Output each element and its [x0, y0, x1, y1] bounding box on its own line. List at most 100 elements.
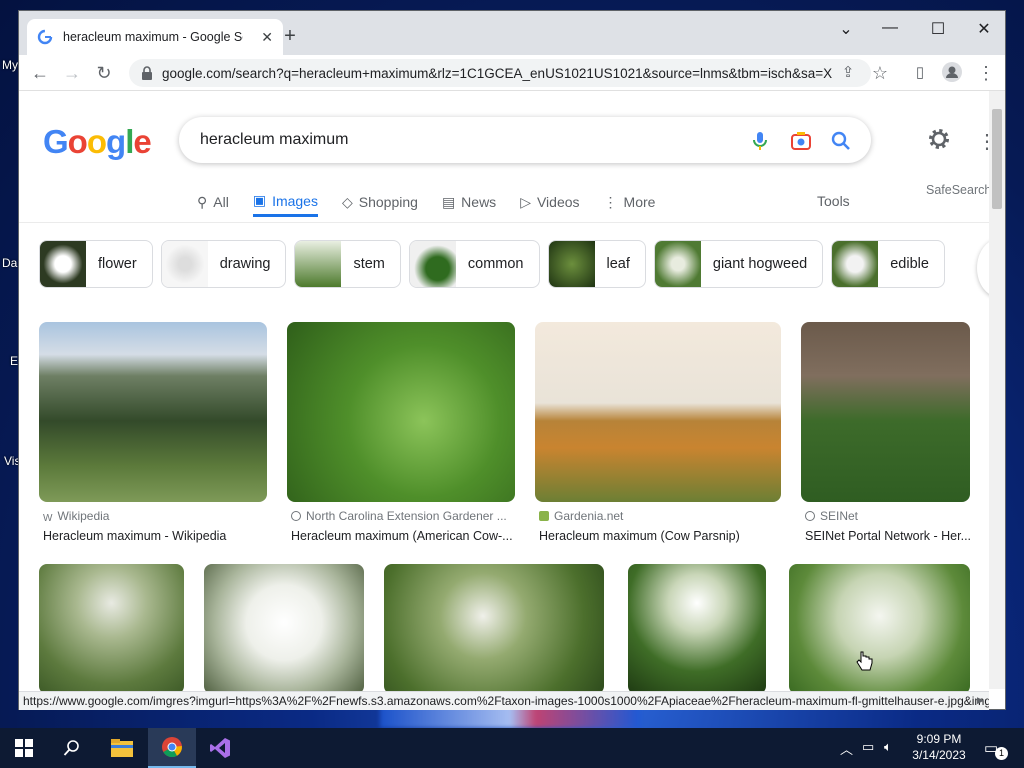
clock-date: 3/14/2023: [912, 748, 966, 762]
chip-stem[interactable]: stem: [294, 240, 401, 288]
globe-icon: [805, 511, 815, 521]
minimize-button[interactable]: —: [875, 19, 905, 37]
volume-icon[interactable]: 🔈︎: [884, 739, 892, 755]
source-label: Gardenia.net: [554, 509, 624, 523]
logo-letter: e: [133, 123, 151, 160]
lock-icon: [142, 66, 152, 80]
folder-icon: [111, 739, 133, 757]
profile-avatar[interactable]: [941, 62, 963, 87]
result-image[interactable]: [39, 564, 184, 691]
tab-videos[interactable]: ▷ Videos: [520, 187, 579, 217]
result-caption[interactable]: Heracleum maximum (Cow Parsnip): [539, 529, 781, 543]
tab-close-icon[interactable]: ✕: [261, 29, 273, 46]
browser-tab[interactable]: heracleum maximum - Google Search ✕: [27, 19, 283, 55]
gear-icon[interactable]: [927, 127, 951, 151]
scrollbar-thumb[interactable]: [992, 109, 1002, 209]
title-bar: heracleum maximum - Google Search ✕ + ⌄ …: [19, 11, 1005, 55]
tab-label: Images: [272, 192, 318, 209]
reload-button[interactable]: ↻: [93, 62, 115, 84]
result-source[interactable]: North Carolina Extension Gardener ...: [291, 509, 515, 523]
back-button[interactable]: ←: [29, 62, 51, 84]
chip-label: stem: [353, 256, 385, 272]
result-image[interactable]: [204, 564, 364, 691]
start-button[interactable]: [0, 728, 48, 768]
result-caption[interactable]: Heracleum maximum - Wikipedia: [43, 529, 267, 543]
desktop-icon-label[interactable]: E: [10, 354, 18, 368]
microphone-icon[interactable]: [748, 129, 772, 153]
search-input[interactable]: heracleum maximum: [200, 131, 348, 149]
result-source[interactable]: W Wikipedia: [43, 509, 267, 523]
chips-next-arrow-icon[interactable]: ❯: [977, 239, 989, 297]
clock-time: 9:09 PM: [916, 732, 962, 746]
result-source[interactable]: SEINet: [805, 509, 971, 523]
result-image[interactable]: [384, 564, 604, 691]
camera-lens-icon[interactable]: [789, 129, 813, 153]
chip-flower[interactable]: flower: [39, 240, 153, 288]
chip-label: flower: [98, 256, 137, 272]
chip-leaf[interactable]: leaf: [547, 240, 646, 288]
chip-drawing[interactable]: drawing: [160, 240, 287, 288]
result-caption[interactable]: Heracleum maximum (American Cow-...: [291, 529, 515, 543]
network-icon[interactable]: ▭: [862, 739, 874, 755]
tools-button[interactable]: Tools: [817, 193, 850, 209]
google-logo[interactable]: Google: [43, 123, 152, 161]
address-bar[interactable]: google.com/search?q=heracleum+maximum&rl…: [129, 59, 871, 87]
chip-common[interactable]: common: [408, 240, 540, 288]
chip-label: common: [467, 256, 524, 272]
menu-kebab-icon[interactable]: ⋮: [975, 62, 997, 84]
logo-letter: G: [43, 123, 69, 160]
bookmark-star-icon[interactable]: ☆: [869, 62, 891, 84]
result-source[interactable]: Gardenia.net: [539, 509, 781, 523]
tab-search-icon[interactable]: ⌄: [831, 19, 861, 39]
chip-edible[interactable]: edible: [831, 240, 945, 288]
scroll-right-arrow-icon[interactable]: ▶: [977, 695, 984, 706]
more-vert-icon: ⋮: [603, 193, 618, 210]
chip-thumbnail: [409, 241, 456, 287]
forward-button[interactable]: →: [61, 62, 83, 84]
maximize-button[interactable]: ☐: [923, 19, 953, 39]
result-image[interactable]: [535, 322, 781, 502]
close-window-button[interactable]: ✕: [969, 19, 999, 39]
tab-shopping[interactable]: ◇ Shopping: [342, 187, 418, 217]
apps-grid-icon[interactable]: ⋮: [977, 129, 989, 154]
chip-label: drawing: [219, 256, 271, 272]
safesearch-button[interactable]: SafeSearch: [926, 183, 989, 197]
taskbar-search-button[interactable]: [48, 728, 96, 768]
tab-label: Shopping: [358, 194, 418, 210]
visual-studio-taskbar-button[interactable]: [196, 728, 244, 768]
tab-more[interactable]: ⋮ More: [604, 187, 656, 217]
url-text[interactable]: google.com/search?q=heracleum+maximum&rl…: [162, 66, 832, 81]
chip-thumbnail: [832, 241, 879, 287]
new-tab-button[interactable]: +: [279, 25, 301, 48]
result-image[interactable]: [287, 322, 515, 502]
tab-all[interactable]: ⚲ All: [197, 187, 229, 217]
desktop-icon-label[interactable]: Da: [2, 256, 17, 270]
tab-news[interactable]: ▤ News: [442, 187, 496, 217]
tab-label: More: [623, 194, 656, 210]
side-panel-icon[interactable]: ▯: [909, 62, 931, 84]
status-bar: https://www.google.com/imgres?imgurl=htt…: [19, 691, 989, 710]
system-clock[interactable]: 9:09 PM 3/14/2023: [906, 731, 972, 763]
google-favicon-icon: [37, 29, 53, 45]
chip-giant-hogweed[interactable]: giant hogweed: [653, 240, 824, 288]
result-caption[interactable]: SEINet Portal Network - Her...: [805, 529, 971, 543]
logo-letter: g: [106, 123, 126, 160]
image-icon: ▣: [252, 192, 267, 208]
result-image[interactable]: [801, 322, 970, 502]
file-explorer-button[interactable]: [98, 728, 146, 768]
tab-title: heracleum maximum - Google Search: [63, 30, 243, 44]
search-icon[interactable]: [829, 129, 853, 153]
result-image[interactable]: [39, 322, 267, 502]
browser-window: heracleum maximum - Google Search ✕ + ⌄ …: [18, 10, 1006, 710]
tab-images[interactable]: ▣ Images: [252, 187, 318, 217]
search-box[interactable]: heracleum maximum: [179, 117, 871, 163]
result-image[interactable]: [628, 564, 766, 691]
vertical-scrollbar[interactable]: [989, 91, 1005, 689]
show-hidden-icons-chevron-icon[interactable]: ︿: [840, 739, 853, 758]
logo-letter: o: [67, 123, 88, 160]
desktop-icon-label[interactable]: My: [2, 58, 18, 72]
result-image[interactable]: [789, 564, 970, 691]
share-icon[interactable]: ⇪: [837, 62, 859, 84]
logo-letter: o: [86, 123, 107, 160]
chrome-taskbar-button[interactable]: [148, 728, 196, 768]
